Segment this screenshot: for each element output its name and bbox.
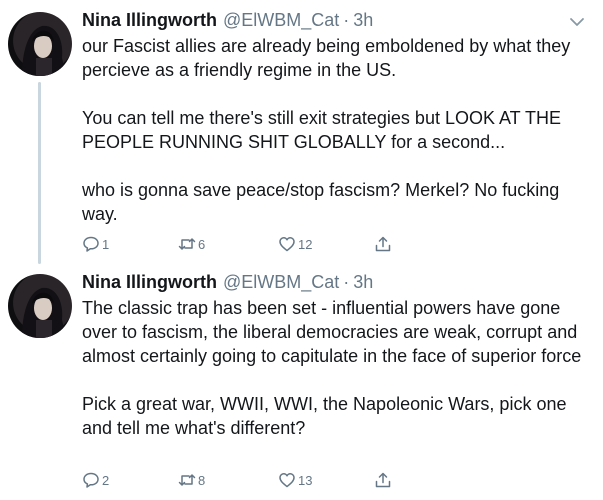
- user-handle[interactable]: @ElWBM_Cat: [223, 10, 339, 31]
- retweet-button[interactable]: 6: [178, 234, 205, 254]
- tweet[interactable]: Nina Illingworth @ElWBM_Cat · 3h our Fas…: [0, 0, 603, 264]
- tweet-text: our Fascist allies are already being emb…: [82, 34, 587, 226]
- like-count: 13: [298, 472, 313, 488]
- retweet-count: 6: [198, 236, 206, 252]
- reply-icon: [82, 471, 100, 489]
- reply-count: 2: [102, 472, 110, 488]
- separator: ·: [343, 272, 350, 292]
- tweet[interactable]: Nina Illingworth @ElWBM_Cat · 3h The cla…: [0, 262, 603, 500]
- tweet-header: Nina Illingworth @ElWBM_Cat · 3h: [82, 10, 373, 34]
- timestamp[interactable]: 3h: [353, 272, 373, 293]
- heart-icon: [278, 471, 296, 489]
- tweet-paragraph: The classic trap has been set - influent…: [82, 298, 583, 366]
- tweet-actions: 1 6 12: [82, 234, 402, 254]
- avatar[interactable]: [8, 12, 72, 76]
- thread-line: [38, 82, 41, 264]
- reply-icon: [82, 235, 100, 253]
- tweet-paragraph: You can tell me there's still exit strat…: [82, 108, 567, 152]
- tweet-actions: 2 8 13: [82, 470, 402, 490]
- tweet-text: The classic trap has been set - influent…: [82, 296, 587, 440]
- timestamp[interactable]: 3h: [353, 10, 373, 31]
- reply-button[interactable]: 1: [82, 234, 109, 254]
- retweet-icon: [178, 471, 196, 489]
- tweet-paragraph: our Fascist allies are already being emb…: [82, 36, 576, 80]
- share-icon: [374, 235, 392, 253]
- like-button[interactable]: 12: [278, 234, 312, 254]
- tweet-paragraph: Pick a great war, WWII, WWI, the Napoleo…: [82, 394, 572, 438]
- share-icon: [374, 471, 392, 489]
- chevron-down-icon[interactable]: [569, 14, 585, 30]
- avatar[interactable]: [8, 274, 72, 338]
- retweet-icon: [178, 235, 196, 253]
- retweet-button[interactable]: 8: [178, 470, 205, 490]
- tweet-header: Nina Illingworth @ElWBM_Cat · 3h: [82, 272, 373, 296]
- share-button[interactable]: [374, 234, 392, 254]
- retweet-count: 8: [198, 472, 206, 488]
- heart-icon: [278, 235, 296, 253]
- reply-button[interactable]: 2: [82, 470, 109, 490]
- display-name[interactable]: Nina Illingworth: [82, 272, 217, 293]
- share-button[interactable]: [374, 470, 392, 490]
- like-button[interactable]: 13: [278, 470, 312, 490]
- separator: ·: [343, 10, 350, 30]
- display-name[interactable]: Nina Illingworth: [82, 10, 217, 31]
- tweet-paragraph: who is gonna save peace/stop fascism? Me…: [82, 180, 565, 224]
- like-count: 12: [298, 236, 313, 252]
- user-handle[interactable]: @ElWBM_Cat: [223, 272, 339, 293]
- reply-count: 1: [102, 236, 110, 252]
